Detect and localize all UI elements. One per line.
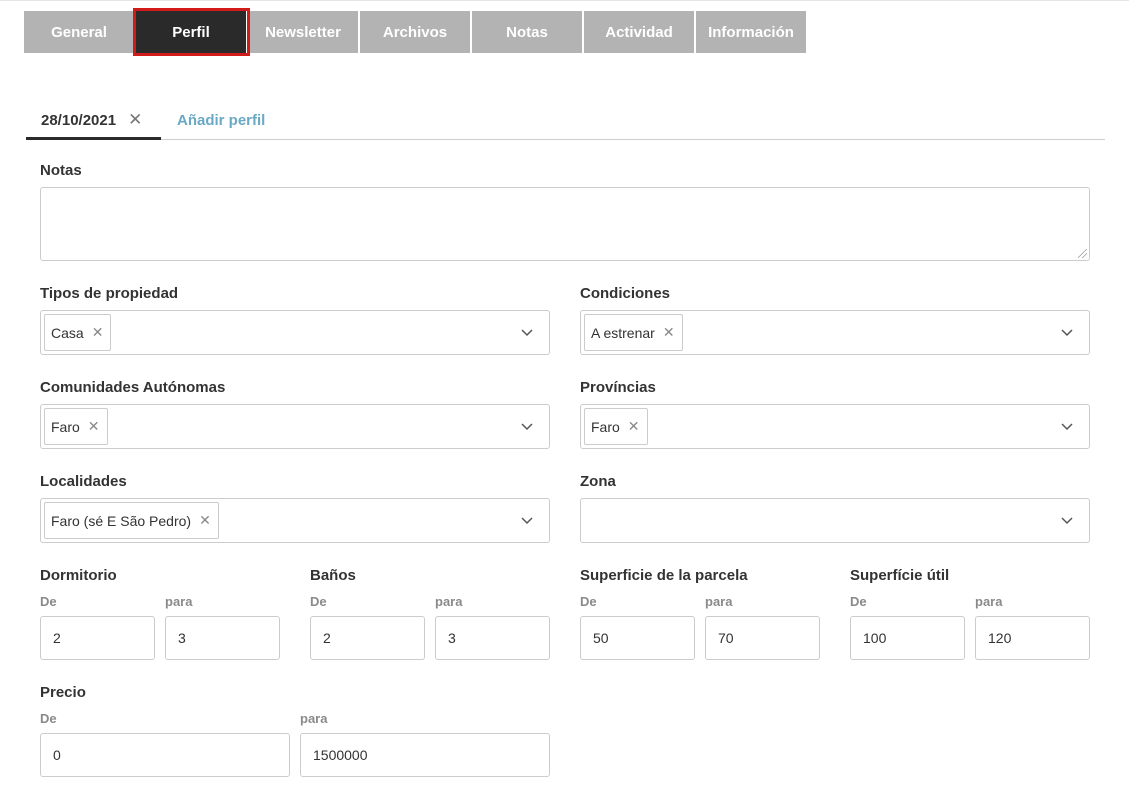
chip-faro: Faro ✕: [584, 408, 648, 445]
property-types-select[interactable]: Casa ✕: [40, 310, 550, 355]
top-divider: [0, 0, 1129, 1]
chip-label: Faro: [591, 418, 620, 435]
price-to-label: para: [300, 711, 328, 726]
chevron-down-icon[interactable]: [1060, 419, 1074, 433]
communities-label: Comunidades Autónomas: [40, 379, 226, 396]
add-profile-link[interactable]: Añadir perfil: [177, 112, 265, 129]
usable-area-from-label: De: [850, 594, 867, 609]
usable-area-label: Superfície útil: [850, 567, 950, 584]
tab-general[interactable]: General: [24, 11, 134, 53]
price-from-input[interactable]: 0: [40, 733, 290, 777]
chevron-down-icon[interactable]: [520, 325, 534, 339]
localities-label: Localidades: [40, 473, 127, 490]
profile-tabs: 28/10/2021 ✕ Añadir perfil: [26, 108, 1105, 140]
chip-casa: Casa ✕: [44, 314, 112, 351]
chevron-down-icon[interactable]: [1060, 513, 1074, 527]
usable-area-to-label: para: [975, 594, 1003, 609]
plot-area-label: Superficie de la parcela: [580, 567, 748, 584]
notes-textarea[interactable]: [40, 187, 1090, 261]
conditions-label: Condiciones: [580, 285, 671, 302]
plot-area-to-input[interactable]: 70: [705, 616, 820, 660]
provinces-select[interactable]: Faro ✕: [580, 404, 1090, 449]
tab-perfil[interactable]: Perfil: [136, 11, 246, 53]
bathrooms-from-input[interactable]: 2: [310, 616, 425, 660]
chip-label: Casa: [51, 324, 84, 341]
chip-label: Faro (sé E São Pedro): [51, 512, 192, 529]
profile-tab-label: 28/10/2021: [41, 112, 117, 129]
remove-chip-icon[interactable]: ✕: [199, 512, 211, 529]
conditions-select[interactable]: A estrenar ✕: [580, 310, 1090, 355]
price-to-input[interactable]: 1500000: [300, 733, 550, 777]
price-label: Precio: [40, 684, 86, 701]
bathrooms-from-label: De: [310, 594, 327, 609]
bedrooms-to-input[interactable]: 3: [165, 616, 280, 660]
provinces-label: Províncias: [580, 379, 656, 396]
bathrooms-to-input[interactable]: 3: [435, 616, 550, 660]
bedrooms-to-label: para: [165, 594, 193, 609]
bathrooms-to-label: para: [435, 594, 463, 609]
usable-area-from-input[interactable]: 100: [850, 616, 965, 660]
chevron-down-icon[interactable]: [520, 419, 534, 433]
chip-label: A estrenar: [591, 324, 655, 341]
tab-informacion[interactable]: Información: [696, 11, 806, 53]
price-from-label: De: [40, 711, 57, 726]
bedrooms-from-label: De: [40, 594, 57, 609]
property-types-label: Tipos de propiedad: [40, 285, 179, 302]
zone-label: Zona: [580, 473, 616, 490]
remove-chip-icon[interactable]: ✕: [92, 324, 104, 341]
tab-archivos[interactable]: Archivos: [360, 11, 470, 53]
chevron-down-icon[interactable]: [520, 513, 534, 527]
plot-area-to-label: para: [705, 594, 733, 609]
chip-faro: Faro ✕: [44, 408, 108, 445]
zone-select[interactable]: [580, 498, 1090, 543]
plot-area-from-input[interactable]: 50: [580, 616, 695, 660]
tab-notas[interactable]: Notas: [472, 11, 582, 53]
remove-chip-icon[interactable]: ✕: [663, 324, 675, 341]
remove-chip-icon[interactable]: ✕: [88, 418, 100, 435]
remove-chip-icon[interactable]: ✕: [628, 418, 640, 435]
localities-select[interactable]: Faro (sé E São Pedro) ✕: [40, 498, 550, 543]
tab-newsletter[interactable]: Newsletter: [248, 11, 358, 53]
bedrooms-label: Dormitorio: [40, 567, 117, 584]
chip-faro-se-sao-pedro: Faro (sé E São Pedro) ✕: [44, 502, 219, 539]
bedrooms-from-input[interactable]: 2: [40, 616, 155, 660]
chip-label: Faro: [51, 418, 80, 435]
chevron-down-icon[interactable]: [1060, 325, 1074, 339]
close-icon[interactable]: ✕: [128, 111, 142, 128]
profile-tab-active[interactable]: 28/10/2021 ✕: [26, 108, 161, 140]
resize-grip-icon[interactable]: [1078, 249, 1087, 258]
bathrooms-label: Baños: [310, 567, 356, 584]
usable-area-to-input[interactable]: 120: [975, 616, 1090, 660]
notes-label: Notas: [40, 162, 82, 179]
tab-actividad[interactable]: Actividad: [584, 11, 694, 53]
communities-select[interactable]: Faro ✕: [40, 404, 550, 449]
chip-a-estrenar: A estrenar ✕: [584, 314, 683, 351]
plot-area-from-label: De: [580, 594, 597, 609]
main-tabs: General Perfil Newsletter Archivos Notas…: [24, 11, 808, 53]
